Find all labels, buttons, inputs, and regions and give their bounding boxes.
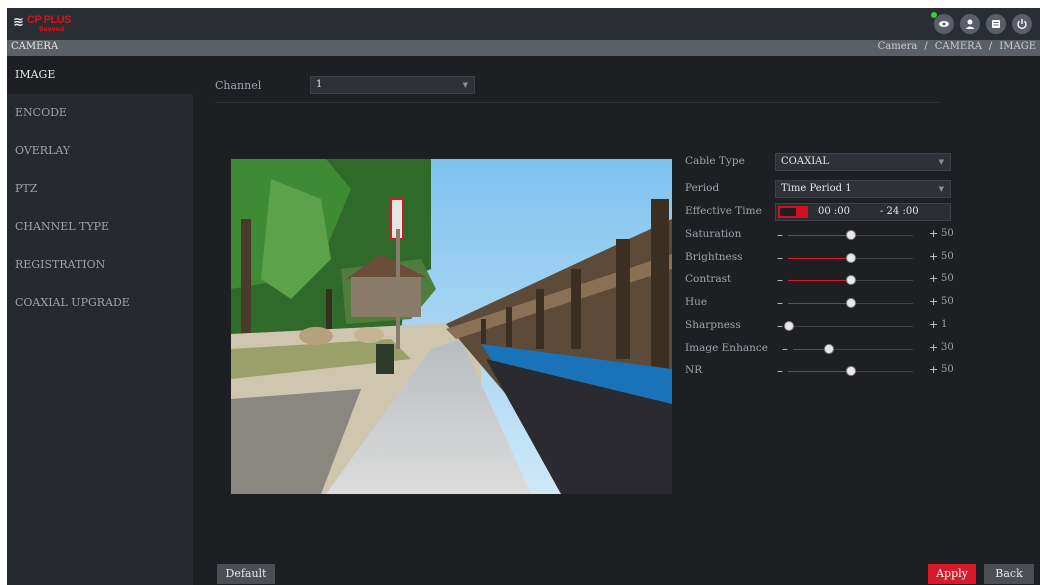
user-icon[interactable]: [960, 14, 980, 34]
slider-value: 50: [941, 250, 954, 262]
minus-icon[interactable]: –: [777, 228, 783, 242]
channel-select[interactable]: 1 ▼: [310, 76, 475, 94]
slider-row: NR – +50: [685, 362, 965, 380]
slider-fill: [788, 371, 851, 373]
breadcrumb: Camera / CAMERA / IMAGE: [877, 41, 1036, 52]
sidebar-item-overlay[interactable]: OVERLAY: [7, 132, 193, 170]
plus-icon[interactable]: +: [929, 272, 938, 285]
slider-label: NR: [685, 364, 703, 377]
chevron-down-icon: ▼: [938, 158, 944, 166]
slider-fill: [788, 280, 851, 282]
period-select[interactable]: Time Period 1 ▼: [775, 180, 951, 198]
slider-value: 50: [941, 228, 954, 239]
start-time[interactable]: 00 :00: [818, 206, 850, 217]
slider-row: Image Enhance – +30: [685, 340, 965, 358]
period-value: Time Period 1: [781, 183, 852, 194]
video-preview[interactable]: [231, 159, 672, 494]
brand-logo: ≋ CP PLUS Beyond: [13, 14, 71, 33]
minus-icon[interactable]: –: [777, 273, 783, 287]
sidebar-item-encode[interactable]: ENCODE: [7, 94, 193, 132]
slider-knob[interactable]: [784, 320, 795, 331]
sidebar-item-coaxial-upgrade[interactable]: COAXIAL UPGRADE: [7, 284, 193, 322]
minus-icon[interactable]: –: [782, 342, 788, 356]
end-time[interactable]: - 24 :00: [880, 206, 919, 217]
slider-value: 30: [941, 341, 954, 353]
slider-label: Hue: [685, 296, 708, 309]
slider-label: Saturation: [685, 228, 742, 240]
chevron-down-icon: ▼: [462, 81, 468, 89]
slider-value: 50: [941, 296, 954, 308]
top-icons: [931, 12, 1032, 34]
divider: [215, 102, 940, 103]
minus-icon[interactable]: –: [777, 319, 783, 333]
eye-icon[interactable]: [931, 12, 954, 34]
plus-icon[interactable]: +: [929, 318, 938, 331]
plus-icon[interactable]: +: [929, 341, 938, 354]
cable-type-value: COAXIAL: [781, 156, 830, 167]
plus-icon[interactable]: +: [929, 227, 938, 240]
camera-preview-image: [231, 159, 672, 494]
slider-row: Hue – +50: [685, 294, 965, 312]
slider-label: Brightness: [685, 250, 743, 263]
slider-knob[interactable]: [845, 252, 856, 263]
chevron-down-icon: ▼: [938, 185, 944, 193]
cable-type-row: Cable Type COAXIAL ▼: [685, 153, 965, 171]
top-bar: ≋ CP PLUS Beyond: [7, 8, 1040, 40]
slider-fill: [788, 303, 851, 305]
slider-row: Sharpness – +1: [685, 317, 965, 335]
power-icon[interactable]: [1012, 14, 1032, 34]
slider-fill: [788, 235, 851, 236]
slider-value: 50: [941, 273, 954, 285]
slider-knob[interactable]: [845, 230, 856, 240]
slider-label: Sharpness: [685, 318, 741, 331]
app-window: ≋ CP PLUS Beyond CAMERA Camera / CAMERA / IM…: [7, 8, 1040, 585]
slider-knob[interactable]: [845, 275, 856, 286]
title-bar: CAMERA Camera / CAMERA / IMAGE: [7, 40, 1040, 56]
plus-icon[interactable]: +: [929, 363, 938, 376]
cable-type-label: Cable Type: [685, 155, 745, 167]
plus-icon[interactable]: +: [929, 295, 938, 308]
breadcrumb-item: IMAGE: [999, 41, 1036, 52]
sidebar: IMAGE ENCODE OVERLAY PTZ CHANNEL TYPE RE…: [7, 56, 193, 585]
period-label: Period: [685, 182, 720, 194]
slider-label: Image Enhance: [685, 341, 768, 354]
default-button[interactable]: Default: [217, 564, 275, 584]
sidebar-item-ptz[interactable]: PTZ: [7, 170, 193, 208]
slider-row: Saturation – +50: [685, 226, 965, 244]
page-title: CAMERA: [11, 41, 59, 52]
slider-knob[interactable]: [824, 343, 834, 354]
period-row: Period Time Period 1 ▼: [685, 180, 965, 198]
main-panel: Channel 1 ▼ Cable Type COAXIAL ▼ Period …: [193, 56, 1040, 585]
slider-value: 50: [941, 364, 954, 376]
sidebar-item-registration[interactable]: REGISTRATION: [7, 246, 193, 284]
cable-type-select[interactable]: COAXIAL ▼: [775, 153, 951, 171]
slider-row: Brightness – +50: [685, 249, 965, 267]
breadcrumb-item[interactable]: CAMERA: [935, 41, 982, 52]
minus-icon[interactable]: –: [777, 364, 783, 378]
sidebar-item-image[interactable]: IMAGE: [7, 56, 193, 94]
slider-label: Contrast: [685, 273, 732, 286]
breadcrumb-item[interactable]: Camera: [878, 41, 918, 52]
minus-icon[interactable]: –: [777, 296, 783, 310]
effective-time-input[interactable]: 00 :00 - 24 :00: [775, 203, 951, 221]
sidebar-item-channel-type[interactable]: CHANNEL TYPE: [7, 208, 193, 246]
effective-time-row: Effective Time 00 :00 - 24 :00: [685, 203, 965, 221]
back-button[interactable]: Back: [984, 564, 1034, 584]
apply-button[interactable]: Apply: [928, 564, 976, 584]
channel-value: 1: [316, 79, 323, 90]
effective-time-label: Effective Time: [685, 205, 762, 217]
time-toggle[interactable]: [778, 206, 808, 218]
slider-fill: [788, 257, 851, 259]
channel-label: Channel: [215, 79, 262, 92]
menu-icon[interactable]: [986, 14, 1006, 34]
plus-icon[interactable]: +: [929, 250, 938, 263]
slider-value: 1: [941, 318, 948, 330]
slider-row: Contrast – +50: [685, 271, 965, 289]
slider-track[interactable]: [788, 325, 913, 327]
slider-knob[interactable]: [845, 366, 856, 377]
minus-icon[interactable]: –: [777, 251, 783, 265]
slider-knob[interactable]: [845, 298, 856, 309]
status-dot: [931, 12, 937, 18]
